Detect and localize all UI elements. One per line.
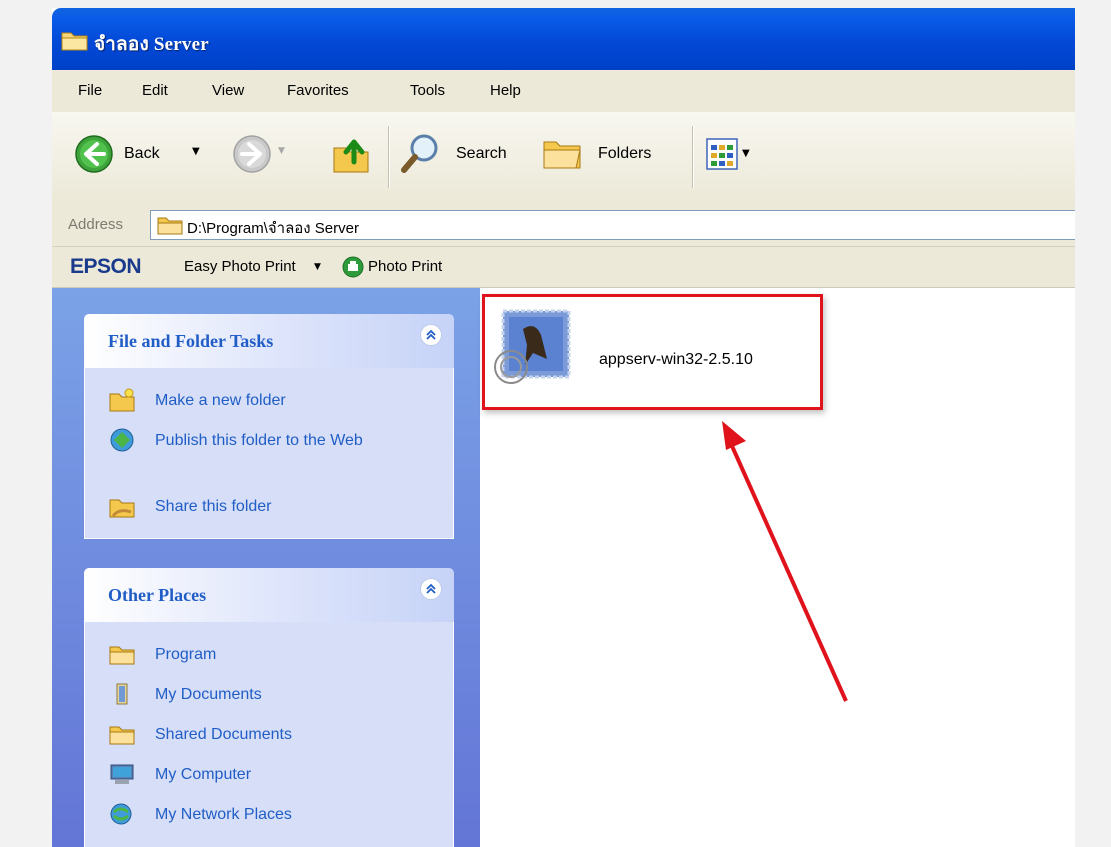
- collapse-chevron-icon[interactable]: [420, 324, 442, 346]
- epson-toolbar: EPSON Easy Photo Print ▼ Photo Print: [52, 247, 1075, 288]
- views-dropdown-icon[interactable]: ▼: [742, 148, 750, 159]
- forward-dropdown-icon[interactable]: ▼: [278, 146, 285, 156]
- folder-icon: [109, 726, 135, 745]
- back-dropdown-icon[interactable]: ▼: [192, 146, 200, 157]
- menu-bar: File Edit View Favorites Tools Help: [52, 70, 1075, 113]
- folders-icon[interactable]: [542, 136, 584, 170]
- folder-icon: [109, 646, 135, 665]
- other-places-header[interactable]: Other Places: [84, 568, 454, 622]
- menu-tools[interactable]: Tools: [410, 82, 445, 99]
- easy-photo-print-button[interactable]: Easy Photo Print: [184, 258, 296, 275]
- menu-help[interactable]: Help: [490, 82, 521, 99]
- folders-button[interactable]: Folders: [598, 145, 651, 163]
- network-places-icon: [110, 803, 132, 825]
- collapse-chevron-icon[interactable]: [420, 578, 442, 600]
- menu-edit[interactable]: Edit: [142, 82, 168, 99]
- menu-file[interactable]: File: [78, 82, 102, 99]
- epson-logo: EPSON: [70, 255, 142, 278]
- folder-content-pane: appserv-win32-2.5.10: [480, 288, 1075, 847]
- search-button[interactable]: Search: [456, 145, 507, 163]
- share-folder-icon: [109, 499, 135, 518]
- back-arrow-icon[interactable]: [74, 134, 114, 174]
- photo-print-button[interactable]: Photo Print: [368, 258, 442, 275]
- folder-icon: [61, 32, 88, 51]
- toolbar-separator: [692, 126, 694, 188]
- other-places-title: Other Places: [108, 585, 207, 605]
- window-title: จำลอง Server: [94, 34, 209, 55]
- forward-arrow-icon[interactable]: [232, 134, 272, 174]
- new-folder-icon: [109, 388, 135, 412]
- other-places-body: Program My Documents Shared Documents My…: [84, 622, 454, 847]
- file-tasks-panel: File and Folder Tasks Make a new folder: [84, 314, 454, 539]
- search-icon[interactable]: [400, 132, 442, 176]
- title-bar[interactable]: จำลอง Server: [52, 8, 1075, 70]
- toolbar: Back ▼ ▼ Search Folders ▼: [52, 112, 1075, 203]
- other-places-panel: Other Places Program My Documents Shared…: [84, 568, 454, 847]
- menu-favorites[interactable]: Favorites: [287, 82, 349, 99]
- my-computer-icon: [110, 764, 134, 784]
- address-path: D:\Program\จำลอง Server: [187, 220, 359, 237]
- publish-web-icon: [110, 428, 134, 452]
- explorer-window: จำลอง Server File Edit View Favorites To…: [52, 8, 1075, 847]
- toolbar-separator: [388, 126, 390, 188]
- address-input[interactable]: D:\Program\จำลอง Server: [150, 210, 1075, 240]
- photo-print-icon[interactable]: [342, 256, 364, 278]
- menu-view[interactable]: View: [212, 82, 244, 99]
- task-pane: File and Folder Tasks Make a new folder: [52, 288, 480, 847]
- back-button[interactable]: Back: [124, 145, 160, 163]
- file-tasks-title: File and Folder Tasks: [108, 331, 274, 351]
- address-bar: Address D:\Program\จำลอง Server: [52, 202, 1075, 247]
- annotation-arrow: [722, 421, 848, 702]
- folder-icon: [157, 217, 183, 235]
- address-label: Address: [68, 216, 124, 233]
- my-documents-icon: [116, 683, 128, 705]
- file-tasks-header[interactable]: File and Folder Tasks: [84, 314, 454, 368]
- up-folder-icon[interactable]: [330, 132, 374, 176]
- views-icon[interactable]: [706, 138, 738, 170]
- file-tasks-body: Make a new folder Publish this folder to…: [84, 368, 454, 539]
- easy-photo-print-dropdown-icon[interactable]: ▼: [314, 262, 321, 272]
- arrow-head-icon: [722, 421, 746, 450]
